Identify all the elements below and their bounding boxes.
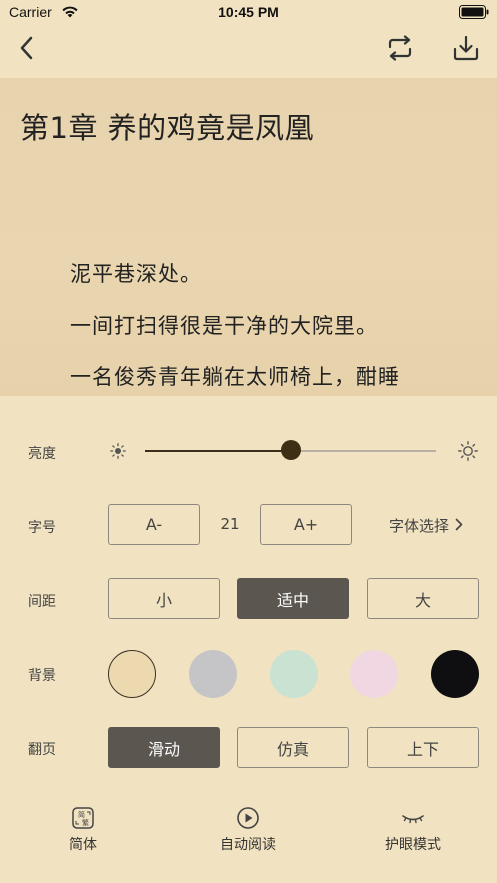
brightness-slider[interactable]	[145, 440, 436, 460]
paragraph: 一间打扫得很是干净的大院里。	[70, 314, 378, 338]
back-button[interactable]	[4, 26, 48, 70]
auto-read-label: 自动阅读	[220, 837, 276, 853]
download-button[interactable]	[444, 26, 488, 70]
background-swatch-gray[interactable]	[189, 650, 237, 698]
page-turn-simulate-button[interactable]: 仿真	[237, 727, 349, 768]
font-decrease-button[interactable]: A-	[108, 504, 200, 545]
chevron-left-icon	[20, 36, 33, 60]
brightness-slider-fill	[145, 450, 291, 452]
font-select-button[interactable]: 字体选择	[389, 515, 463, 536]
spacing-large-button[interactable]: 大	[367, 578, 479, 619]
sync-icon	[388, 35, 412, 61]
page-turn-slide-button[interactable]: 滑动	[108, 727, 220, 768]
eye-care-label: 护眼模式	[385, 837, 441, 853]
eye-care-button[interactable]: 护眼模式	[353, 806, 473, 854]
font-increase-button[interactable]: A+	[260, 504, 352, 545]
reader-content[interactable]: 第1章 养的鸡竟是凤凰 泥平巷深处。 一间打扫得很是干净的大院里。 一名俊秀青年…	[0, 78, 497, 396]
background-swatch-green[interactable]	[270, 650, 318, 698]
chapter-title: 第1章 养的鸡竟是凤凰	[20, 111, 315, 145]
download-icon	[453, 35, 479, 61]
chevron-right-icon	[455, 518, 463, 531]
status-bar: Carrier 10:45 PM	[0, 0, 497, 26]
auto-read-button[interactable]: 自动阅读	[188, 806, 308, 854]
simplified-label: 简体	[69, 837, 97, 853]
font-size-value: 21	[220, 515, 240, 533]
paragraph: 一名俊秀青年躺在太师椅上，酣睡	[70, 365, 400, 389]
simplified-traditional-icon: 简 繁	[72, 807, 94, 829]
spacing-small-button[interactable]: 小	[108, 578, 220, 619]
page-turn-label: 翻页	[28, 742, 56, 758]
paragraph: 泥平巷深处。	[70, 262, 202, 286]
font-size-label: 字号	[28, 520, 56, 536]
brightness-high-icon	[458, 441, 478, 461]
battery-icon	[459, 5, 489, 19]
page-turn-vertical-button[interactable]: 上下	[367, 727, 479, 768]
closed-eye-icon	[402, 815, 424, 824]
settings-panel: 亮度 字号 A- 21 A+ 字体选择 间距 小 适中 大 背景 翻页 滑动 仿…	[0, 396, 497, 883]
sync-button[interactable]	[378, 26, 422, 70]
nav-bar	[0, 26, 497, 78]
background-swatch-black[interactable]	[431, 650, 479, 698]
status-time: 10:45 PM	[218, 4, 279, 20]
background-label: 背景	[28, 668, 56, 684]
spacing-medium-button[interactable]: 适中	[237, 578, 349, 619]
background-swatch-pink[interactable]	[350, 650, 398, 698]
play-circle-icon	[237, 807, 259, 829]
svg-text:简: 简	[78, 810, 85, 819]
spacing-label: 间距	[28, 594, 56, 610]
svg-text:繁: 繁	[82, 818, 89, 827]
brightness-low-icon	[110, 443, 126, 459]
brightness-label: 亮度	[28, 446, 56, 462]
simplified-chinese-button[interactable]: 简 繁 简体	[23, 806, 143, 854]
background-swatch-beige[interactable]	[108, 650, 156, 698]
brightness-slider-thumb[interactable]	[280, 440, 301, 460]
font-select-label: 字体选择	[389, 517, 450, 535]
